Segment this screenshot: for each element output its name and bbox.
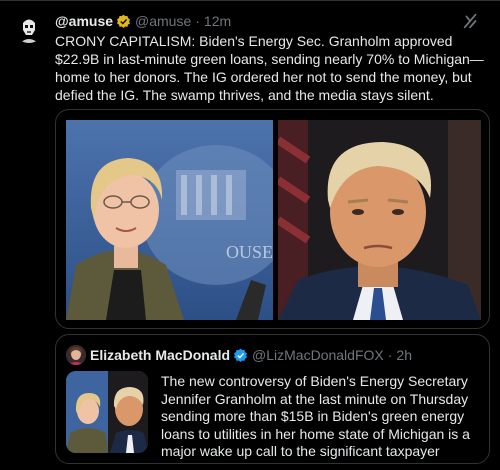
avatar[interactable]	[14, 13, 44, 43]
macdonald-avatar-icon	[66, 345, 86, 365]
tweet[interactable]: @amuse @amuse · 12m CRONY CAPITALISM: Bi…	[0, 0, 500, 470]
quote-handle[interactable]: @LizMacDonaldFOX	[252, 347, 384, 363]
display-name[interactable]: @amuse	[55, 13, 113, 29]
timestamp[interactable]: 12m	[204, 13, 231, 29]
quote-text: The new controversy of Biden's Energy Se…	[161, 373, 470, 463]
photo-trump[interactable]	[278, 120, 481, 320]
separator-dot: ·	[195, 13, 200, 29]
quote-thumbnail[interactable]	[66, 371, 148, 453]
blue-verified-badge-icon	[234, 348, 248, 362]
quote-display-name[interactable]: Elizabeth MacDonald	[90, 347, 230, 363]
tweet-media[interactable]: OUSE	[55, 109, 490, 329]
stormtrooper-avatar-icon	[14, 13, 44, 43]
quoted-tweet[interactable]: Elizabeth MacDonald @LizMacDonaldFOX · 2…	[55, 334, 490, 464]
quote-avatar[interactable]	[66, 345, 86, 365]
granholm-photo-image: OUSE	[66, 120, 273, 320]
quote-thumbnail-image	[66, 371, 148, 453]
quote-header: Elizabeth MacDonald @LizMacDonaldFOX · 2…	[66, 345, 479, 365]
tweet-header: @amuse @amuse · 12m	[55, 11, 480, 31]
gold-verified-badge-icon	[117, 14, 130, 28]
quote-separator-dot: ·	[387, 347, 393, 363]
photo-granholm[interactable]: OUSE	[66, 120, 273, 320]
handle[interactable]: @amuse	[135, 13, 191, 29]
trump-photo-image	[278, 120, 481, 320]
grok-icon[interactable]	[462, 12, 480, 30]
tweet-text: CRONY CAPITALISM: Biden's Energy Sec. Gr…	[55, 33, 484, 103]
podium-text: OUSE	[226, 242, 273, 262]
quote-timestamp[interactable]: 2h	[396, 347, 412, 363]
